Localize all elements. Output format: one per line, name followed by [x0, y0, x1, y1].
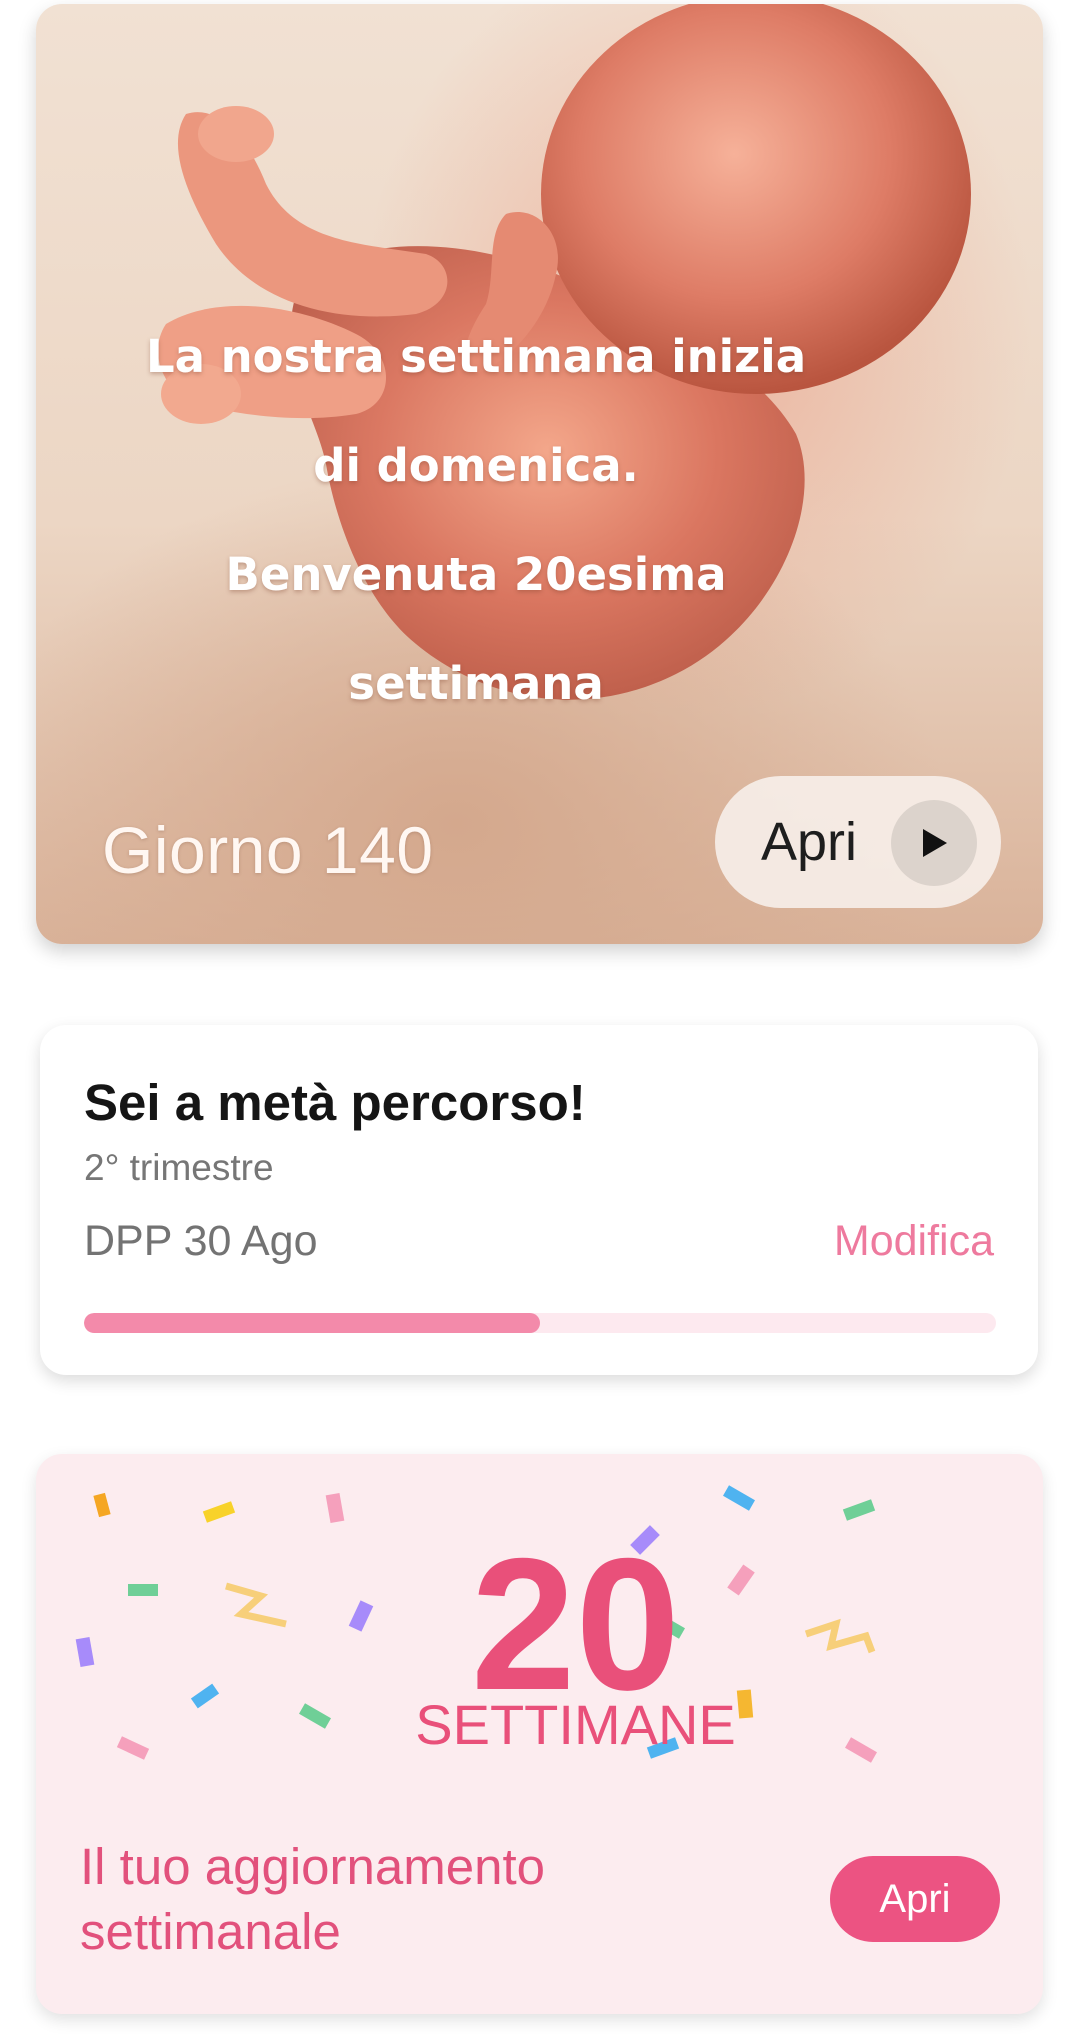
announcement-line-2: di domenica.: [313, 439, 639, 492]
week-number: 20: [470, 1519, 681, 1729]
day-counter: Giorno 140: [102, 813, 434, 887]
announcement-line-1: La nostra settimana inizia: [145, 330, 807, 383]
weekly-update-title: Il tuo aggiornamento settimanale: [80, 1838, 545, 1960]
week-video-card[interactable]: La nostra settimana inizia di domenica. …: [36, 4, 1043, 944]
open-video-button[interactable]: Apri: [715, 776, 1001, 908]
week-announcement: La nostra settimana inizia di domenica. …: [36, 302, 916, 738]
progress-bar: [84, 1313, 996, 1333]
announcement-line-4: settimana: [348, 657, 604, 710]
announcement-line-3: Benvenuta 20esima: [225, 548, 727, 601]
progress-title: Sei a metà percorso!: [84, 1074, 586, 1131]
weekly-update-card[interactable]: 20 SETTIMANE Il tuo aggiornamento settim…: [36, 1454, 1043, 2014]
trimester-label: 2° trimestre: [84, 1147, 274, 1188]
play-icon: [891, 800, 977, 886]
progress-bar-fill: [84, 1313, 540, 1333]
pregnancy-progress-card: Sei a metà percorso! 2° trimestre DPP 30…: [40, 1025, 1038, 1375]
edit-due-date-button[interactable]: Modifica: [834, 1217, 994, 1266]
open-video-label: Apri: [761, 812, 858, 872]
week-word: SETTIMANE: [415, 1693, 736, 1756]
open-weekly-update-button[interactable]: Apri: [830, 1856, 1000, 1942]
due-date-label: DPP 30 Ago: [84, 1217, 318, 1265]
